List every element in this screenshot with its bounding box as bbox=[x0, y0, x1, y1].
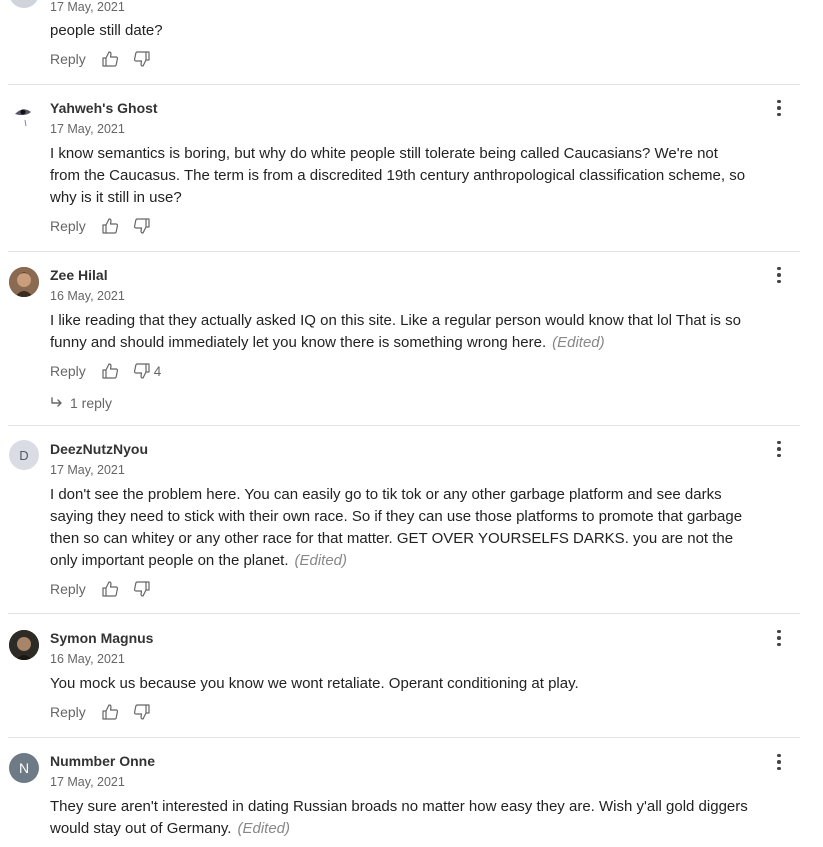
comment-actions: Reply 4 bbox=[50, 363, 175, 379]
comment-text: I don't see the problem here. You can ea… bbox=[50, 484, 750, 572]
thumbs-up-icon bbox=[102, 218, 118, 234]
comment-date: 16 May, 2021 bbox=[50, 289, 125, 303]
comment-date: 17 May, 2021 bbox=[50, 775, 125, 789]
more-options-icon[interactable] bbox=[770, 265, 788, 285]
avatar[interactable]: D bbox=[9, 440, 39, 470]
avatar[interactable] bbox=[9, 0, 39, 8]
comment-text-content: You mock us because you know we wont ret… bbox=[50, 675, 579, 692]
thumbs-down-icon bbox=[133, 218, 150, 234]
like-button[interactable] bbox=[102, 218, 119, 234]
avatar[interactable] bbox=[9, 100, 39, 130]
comment-author[interactable]: Nummber Onne bbox=[50, 753, 155, 769]
dislike-button[interactable] bbox=[133, 581, 150, 597]
thumbs-up-icon bbox=[102, 363, 118, 379]
reply-button[interactable]: Reply bbox=[50, 704, 86, 720]
reply-button[interactable]: Reply bbox=[50, 581, 86, 597]
eye-avatar-image bbox=[15, 109, 31, 127]
thumbs-up-icon bbox=[102, 51, 118, 67]
edited-label: (Edited) bbox=[552, 334, 605, 351]
comment-text-content: I don't see the problem here. You can ea… bbox=[50, 486, 743, 569]
avatar[interactable] bbox=[9, 267, 39, 297]
profile-photo bbox=[9, 630, 39, 660]
reply-button[interactable]: Reply bbox=[50, 363, 86, 379]
view-replies-link[interactable]: 1 reply bbox=[50, 395, 112, 411]
profile-photo bbox=[9, 267, 39, 297]
thumbs-down-icon bbox=[133, 581, 150, 597]
avatar-letter: N bbox=[18, 760, 30, 776]
comment-text: I know semantics is boring, but why do w… bbox=[50, 143, 750, 209]
comment-text-content: They sure aren't interested in dating Ru… bbox=[50, 798, 748, 837]
like-button[interactable] bbox=[102, 51, 119, 67]
reply-button[interactable]: Reply bbox=[50, 51, 86, 67]
more-options-icon[interactable] bbox=[770, 628, 788, 648]
divider bbox=[8, 84, 800, 85]
comment-actions: Reply bbox=[50, 51, 164, 67]
comment-date: 17 May, 2021 bbox=[50, 463, 125, 477]
like-button[interactable] bbox=[102, 581, 119, 597]
comment-text-content: I know semantics is boring, but why do w… bbox=[50, 145, 746, 206]
thumbs-up-icon bbox=[102, 704, 118, 720]
thumbs-up-icon bbox=[102, 581, 118, 597]
comment-text-content: I like reading that they actually asked … bbox=[50, 312, 741, 351]
divider bbox=[8, 425, 800, 426]
dislike-button[interactable] bbox=[133, 218, 150, 234]
comment-text: They sure aren't interested in dating Ru… bbox=[50, 796, 750, 840]
comment-date: 17 May, 2021 bbox=[50, 122, 125, 136]
divider bbox=[8, 613, 800, 614]
thumbs-down-icon bbox=[133, 51, 150, 67]
comment-date: 16 May, 2021 bbox=[50, 652, 125, 666]
edited-label: (Edited) bbox=[294, 552, 348, 569]
like-button[interactable] bbox=[102, 704, 119, 720]
reply-arrow-icon bbox=[51, 397, 62, 407]
more-options-icon[interactable] bbox=[770, 752, 788, 772]
comment-date: 17 May, 2021 bbox=[50, 0, 125, 14]
dislike-button[interactable]: 4 bbox=[133, 363, 162, 379]
comment-author[interactable]: Symon Magnus bbox=[50, 630, 153, 646]
dislike-count: 4 bbox=[153, 363, 162, 379]
comment-actions: Reply bbox=[50, 581, 164, 597]
divider bbox=[8, 737, 800, 738]
avatar[interactable] bbox=[9, 630, 39, 660]
thumbs-down-icon bbox=[133, 704, 150, 720]
dislike-button[interactable] bbox=[133, 704, 150, 720]
thumbs-down-icon bbox=[133, 363, 150, 379]
comment-text: people still date? bbox=[50, 20, 750, 42]
reply-button[interactable]: Reply bbox=[50, 218, 86, 234]
edited-label: (Edited) bbox=[237, 820, 291, 837]
comment-text-content: people still date? bbox=[50, 22, 163, 39]
more-options-icon[interactable] bbox=[770, 98, 788, 118]
like-button[interactable] bbox=[102, 363, 119, 379]
comment-author[interactable]: Zee Hilal bbox=[50, 267, 108, 283]
dislike-button[interactable] bbox=[133, 51, 150, 67]
replies-count-label: 1 reply bbox=[70, 395, 113, 411]
comment-text: I like reading that they actually asked … bbox=[50, 310, 750, 354]
more-options-icon[interactable] bbox=[770, 439, 788, 459]
comment-actions: Reply bbox=[50, 704, 164, 720]
avatar[interactable]: N bbox=[9, 753, 39, 783]
comment-author[interactable]: DeezNutzNyou bbox=[50, 441, 148, 457]
divider bbox=[8, 251, 800, 252]
avatar-letter: D bbox=[19, 447, 29, 463]
comment-actions: Reply bbox=[50, 218, 164, 234]
comment-text: You mock us because you know we wont ret… bbox=[50, 673, 750, 695]
comment-author[interactable]: Yahweh's Ghost bbox=[50, 100, 158, 116]
